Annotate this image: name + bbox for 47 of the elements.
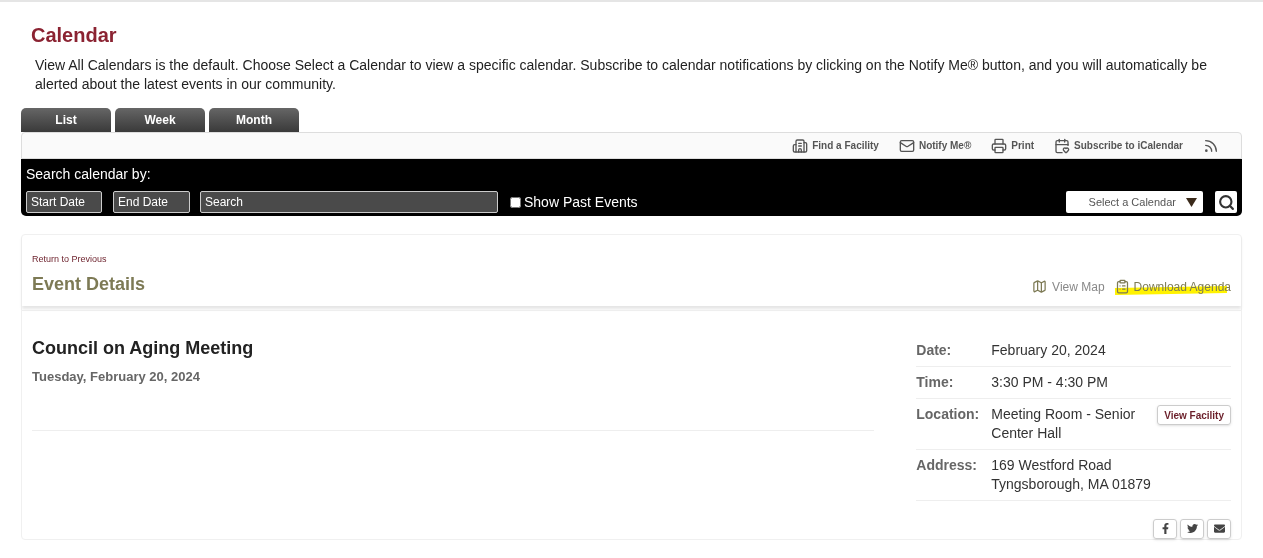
view-facility-button[interactable]: View Facility: [1157, 404, 1231, 425]
toolbar-link[interactable]: Notify Me®: [898, 137, 972, 154]
twitter-icon: [1186, 523, 1198, 534]
view-tab[interactable]: Week: [115, 108, 205, 132]
share-button[interactable]: [1153, 518, 1177, 539]
printer-icon: [991, 137, 1008, 154]
envelope-icon: [1213, 523, 1225, 534]
detail-label: Location:: [916, 404, 981, 424]
search-field[interactable]: Search: [200, 191, 498, 213]
toolbar-link[interactable]: Print: [991, 137, 1035, 154]
view-map-link[interactable]: View Map: [1032, 277, 1105, 296]
start-date-field[interactable]: Start Date: [26, 191, 102, 213]
envelope-icon: [898, 137, 915, 154]
share-button[interactable]: [1207, 518, 1231, 539]
search-heading: Search calendar by:: [26, 165, 151, 184]
section-title: Event Details: [32, 272, 146, 296]
detail-value: Meeting Room - Senior Center Hall: [991, 404, 1137, 443]
event-date: Tuesday, February 20, 2024: [32, 367, 200, 386]
past-events-checkbox[interactable]: [510, 196, 521, 208]
calendar-icon: [1054, 137, 1071, 154]
clipboard-icon: [1114, 279, 1130, 294]
back-link[interactable]: Return to Previous: [32, 253, 107, 267]
view-tab[interactable]: Month: [209, 108, 299, 132]
view-tab[interactable]: List: [21, 108, 111, 132]
map-icon: [1032, 279, 1048, 294]
detail-label: Date:: [916, 340, 953, 360]
toolbar-link[interactable]: [1203, 137, 1219, 154]
end-date-field[interactable]: End Date: [113, 191, 190, 213]
share-button[interactable]: [1180, 518, 1204, 539]
toolbar-link[interactable]: Subscribe to iCalendar: [1054, 137, 1183, 154]
caret-icon: [1186, 197, 1197, 207]
detail-value: 3:30 PM - 4:30 PM: [991, 372, 1109, 392]
detail-label: Time:: [916, 372, 955, 392]
event-title: Council on Aging Meeting: [32, 336, 254, 360]
detail-value: 169 Westford Road: [991, 455, 1112, 475]
calendar-select[interactable]: Select a Calendar: [1066, 191, 1203, 213]
search-icon: [1217, 193, 1235, 211]
past-events-label: Show Past Events: [524, 192, 638, 212]
detail-label: Address:: [916, 455, 978, 475]
detail-value: Tyngsborough, MA 01879: [991, 474, 1151, 494]
detail-value: February 20, 2024: [991, 340, 1107, 360]
toolbar-link[interactable]: Find a Facility: [792, 137, 879, 154]
page-title: Calendar: [31, 23, 118, 48]
search-button[interactable]: [1215, 191, 1237, 213]
building-icon: [792, 137, 809, 154]
intro-text: View All Calendars is the default. Choose Select a Calendar to view a specific calendar. Subscribe to calendar notifications by clicking on the Notify Me® button, and you will automatically be alerted about the latest events in our community.: [35, 56, 1208, 94]
rss-icon: [1203, 137, 1219, 154]
